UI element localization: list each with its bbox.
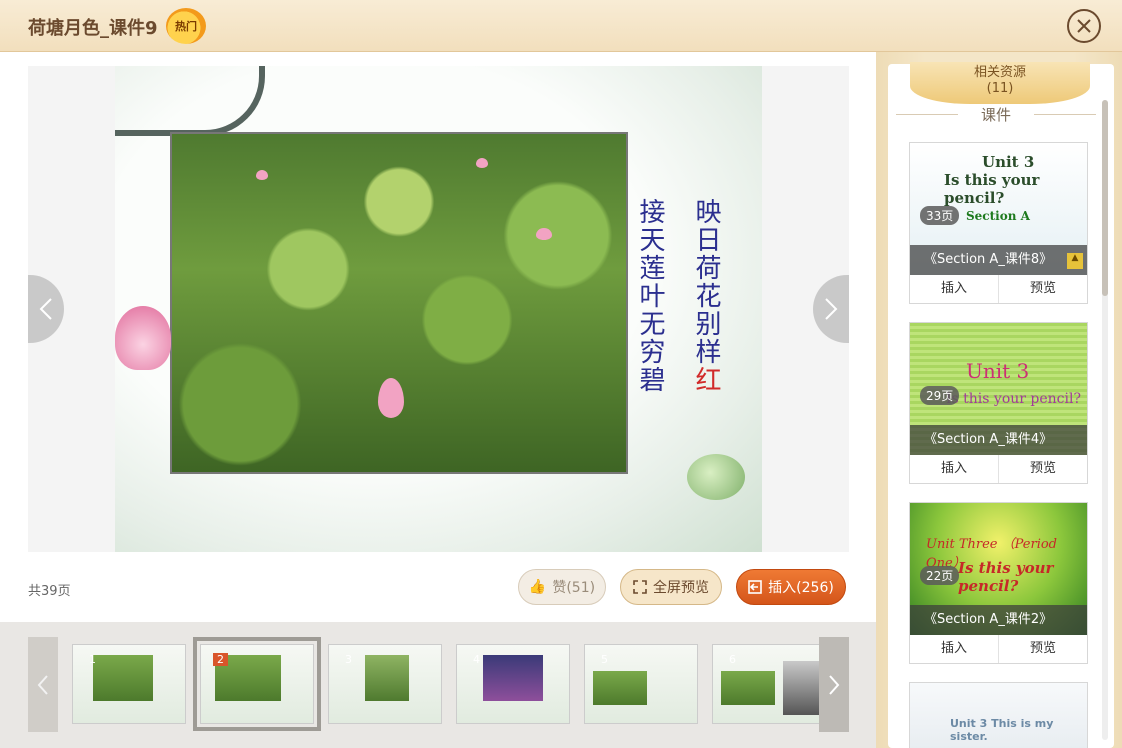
thumbnail-number: 5 [601,653,608,666]
thumbnail-strip: 1 2 3 4 5 6 [0,622,876,748]
preview-panel: 映日荷花别样红 接天莲叶无穷碧 共39页 👍 赞(51) 全屏预览 插入(256… [0,52,876,622]
section-heading: 课件 [896,104,1096,125]
thumbnail-number: 3 [345,653,352,666]
hot-badge: 热门 [166,8,206,44]
insert-button[interactable]: 插入(256) [736,569,846,605]
chevron-right-icon [825,298,838,320]
slide-thumbnail[interactable]: 4 [456,644,570,724]
portrait-image [783,661,819,715]
page-count-badge: 33页 [920,206,960,225]
slide-thumbnail[interactable]: 5 [584,644,698,724]
card-insert-button[interactable]: 插入 [910,635,998,663]
close-icon [1077,19,1091,33]
thumbnail-number: 1 [89,653,96,666]
card-preview-button[interactable]: 预览 [998,455,1087,483]
card-actions: 插入 预览 [910,275,1087,303]
fullscreen-icon [633,580,647,594]
thumbnail-image [721,671,775,705]
slide-thumbnail-active[interactable]: 2 [193,637,321,731]
lotus-photo [170,132,628,474]
chevron-left-icon [37,674,48,695]
seedpod-decoration [687,454,745,500]
slide-thumbnail[interactable]: 6 [712,644,826,724]
expand-icon: ▲ [1067,253,1083,269]
chevron-left-icon [39,298,52,320]
page-count: 共39页 [28,584,71,599]
card-title: 《Section A_课件2》 [910,605,1087,635]
card-preview-button[interactable]: 预览 [998,275,1087,303]
close-button[interactable] [1067,9,1101,43]
card-thumbnail: Unit 3 This is my sister. [910,683,1087,748]
insert-icon [748,580,762,594]
thumbs-up-icon: 👍 [528,579,547,595]
page-count-badge: 22页 [920,566,960,585]
resource-card[interactable]: Unit 3 This is my sister. [909,682,1088,748]
thumbnail-image [593,671,647,705]
poem-line-right: 映日荷花别样红 [691,198,721,394]
card-actions: 插入 预览 [910,455,1087,483]
card-thumbnail: Unit 3 Is this your pencil? 29页 《Section… [910,323,1087,455]
pink-lotus-decoration [115,306,171,370]
lotus-flower [256,170,268,180]
card-thumbnail: Unit Three （Period One） Is this your pen… [910,503,1087,635]
resource-card[interactable]: Unit 3 Is this your pencil? 29页 《Section… [909,322,1088,484]
thumbnail-image [483,655,543,701]
card-thumbnail: Unit 3 Is this your pencil? Section A 33… [910,143,1087,275]
slide-thumbnail[interactable]: 1 [72,644,186,724]
poem-red-char: 红 [691,366,721,394]
thumbnail-image [93,655,153,701]
poem-line-left: 接天莲叶无穷碧 [635,198,665,394]
thumbnails-next-button[interactable] [819,637,849,732]
thumbnail-number: 6 [729,653,736,666]
thumbnail-image [365,655,409,701]
slide-image: 映日荷花别样红 接天莲叶无穷碧 [115,66,762,552]
card-title: 《Section A_课件4》 [910,425,1087,455]
slide-thumbnail[interactable]: 3 [328,644,442,724]
card-insert-button[interactable]: 插入 [910,455,998,483]
lotus-bud [378,378,404,418]
slide-viewport: 映日荷花别样红 接天莲叶无穷碧 [28,66,849,552]
dialog-header: 荷塘月色_课件9 热门 [0,0,1122,52]
page-count-badge: 29页 [920,386,960,405]
card-preview-button[interactable]: 预览 [998,635,1087,663]
lotus-flower [536,228,552,240]
lotus-flower [476,158,488,168]
card-insert-button[interactable]: 插入 [910,275,998,303]
thumbnail-number: 2 [213,653,228,666]
thumbnail-number: 4 [473,653,480,666]
sidebar-scrollbar[interactable] [1102,100,1108,740]
related-resources-tab[interactable]: 相关资源 (11) [910,62,1090,104]
like-button[interactable]: 👍 赞(51) [518,569,606,605]
card-title: 《Section A_课件8》 [910,245,1087,275]
dialog-title: 荷塘月色_课件9 [28,18,158,39]
resource-card[interactable]: Unit 3 Is this your pencil? Section A 33… [909,142,1088,304]
fullscreen-preview-button[interactable]: 全屏预览 [620,569,722,605]
card-actions: 插入 预览 [910,635,1087,663]
thumbnails-prev-button[interactable] [28,637,58,732]
scrollbar-thumb[interactable] [1102,100,1108,296]
chevron-right-icon [829,674,840,695]
scroll-decoration [115,66,265,136]
resource-card[interactable]: Unit Three （Period One） Is this your pen… [909,502,1088,664]
